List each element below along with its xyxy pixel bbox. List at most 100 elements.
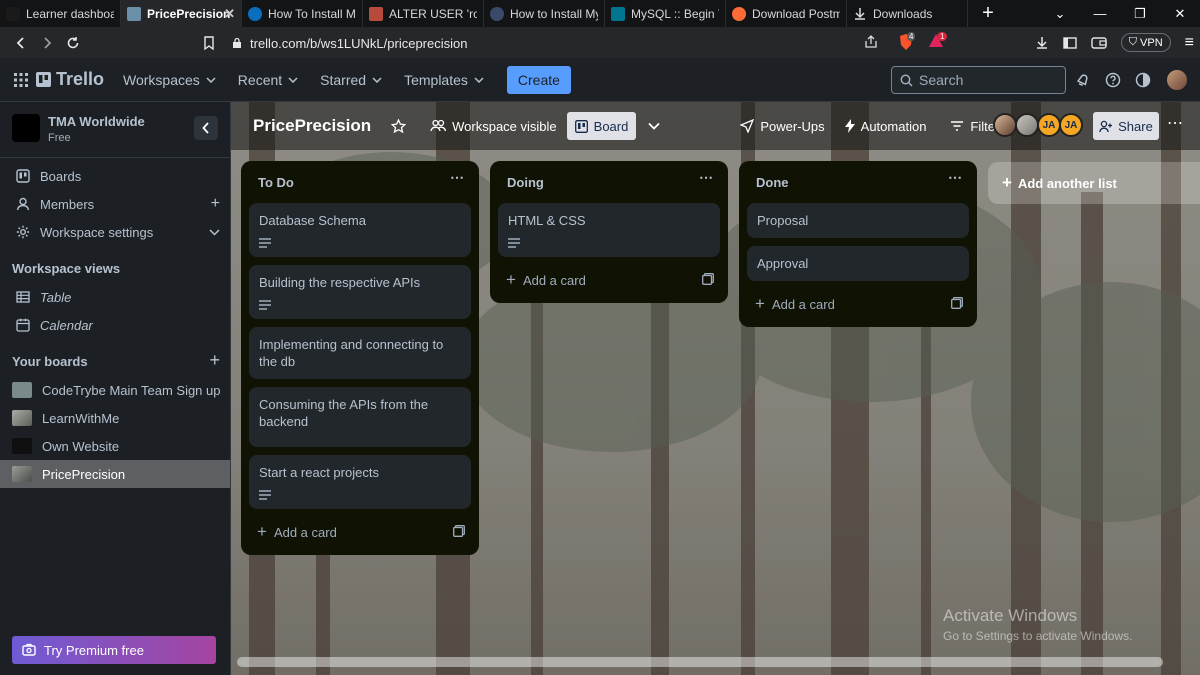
list-header[interactable]: Doing ⋯	[490, 161, 728, 203]
list-title[interactable]: To Do	[258, 175, 294, 190]
card[interactable]: Building the respective APIs	[249, 265, 471, 319]
browser-tab[interactable]: How to Install MyS	[484, 0, 605, 27]
workspace-header[interactable]: TMA Worldwide Free	[12, 114, 145, 144]
share-button[interactable]: Share	[1093, 112, 1159, 140]
sidebar-board-item[interactable]: Own Website	[0, 432, 230, 460]
sidebar-board-item-active[interactable]: PricePrecision	[0, 460, 230, 488]
try-premium-button[interactable]: Try Premium free	[12, 636, 216, 664]
power-ups-button[interactable]: Power-Ups	[734, 112, 830, 140]
sidebar-item-members[interactable]: Members +	[0, 190, 230, 218]
member-avatar[interactable]	[1015, 113, 1039, 137]
maximize-button[interactable]: ❐	[1120, 0, 1160, 27]
app-switcher-icon[interactable]	[14, 72, 28, 87]
list-header[interactable]: To Do ⋯	[241, 161, 479, 203]
workspaces-menu[interactable]: Workspaces	[112, 64, 227, 96]
address-field[interactable]: trello.com/b/ws1LUNkL/priceprecision	[232, 32, 892, 54]
starred-menu[interactable]: Starred	[309, 64, 393, 96]
notifications-icon[interactable]	[1075, 72, 1091, 88]
vpn-icon: ⛉	[1128, 36, 1138, 48]
wallet-icon[interactable]	[1091, 36, 1107, 50]
nav-label: Workspaces	[123, 71, 200, 88]
member-avatar[interactable]: JA	[1059, 113, 1083, 137]
add-card-button[interactable]: + Add a card	[490, 265, 728, 295]
watermark-title: Activate Windows	[943, 606, 1078, 625]
horizontal-scrollbar[interactable]	[237, 657, 1163, 667]
plus-icon: +	[257, 522, 267, 541]
card[interactable]: Approval	[747, 246, 969, 281]
vpn-button[interactable]: ⛉ VPN	[1120, 33, 1171, 52]
account-avatar[interactable]	[1165, 68, 1189, 92]
tab-search-chevron-icon[interactable]: ⌄	[1040, 0, 1080, 27]
browser-tab[interactable]: Download Postma	[726, 0, 847, 27]
member-avatar[interactable]	[993, 113, 1017, 137]
member-avatar[interactable]: JA	[1037, 113, 1061, 137]
views-dropdown-button[interactable]	[642, 112, 666, 140]
downloads-icon[interactable]	[1035, 36, 1049, 50]
collapse-sidebar-button[interactable]	[194, 116, 218, 140]
sidebar-item-table[interactable]: Table	[0, 283, 230, 311]
calendar-icon	[16, 318, 30, 332]
card[interactable]: Implementing and connecting to the db	[249, 327, 471, 379]
list-menu-icon[interactable]: ⋯	[450, 169, 465, 186]
close-window-button[interactable]: ✕	[1160, 0, 1200, 27]
card[interactable]: Consuming the APIs from the backend	[249, 387, 471, 447]
brave-shield-icon[interactable]: 4	[897, 32, 916, 51]
add-card-button[interactable]: + Add a card	[241, 517, 479, 547]
description-icon	[508, 238, 520, 248]
list-title[interactable]: Doing	[507, 175, 544, 190]
sidebar-item-calendar[interactable]: Calendar	[0, 311, 230, 339]
card[interactable]: Proposal	[747, 203, 969, 238]
new-tab-button[interactable]: +	[968, 0, 1008, 27]
bookmark-icon[interactable]	[196, 35, 222, 50]
share-page-icon[interactable]	[864, 35, 878, 49]
back-icon[interactable]	[8, 36, 34, 50]
browser-tab[interactable]: MySQL :: Begin You	[605, 0, 726, 27]
browser-tab[interactable]: Learner dashboard	[0, 0, 121, 27]
add-card-button[interactable]: + Add a card	[739, 289, 977, 319]
close-tab-icon[interactable]: ✕	[224, 6, 235, 22]
card[interactable]: Start a react projects	[249, 455, 471, 509]
visibility-button[interactable]: Workspace visible	[424, 112, 563, 140]
minimize-button[interactable]: —	[1080, 0, 1120, 27]
browser-tab[interactable]: Downloads	[847, 0, 968, 27]
search-input[interactable]: Search	[891, 66, 1066, 94]
add-board-icon[interactable]: +	[209, 350, 220, 371]
theme-toggle-icon[interactable]	[1135, 72, 1151, 88]
chevron-down-icon[interactable]	[209, 228, 220, 236]
star-board-button[interactable]	[385, 112, 412, 140]
reload-icon[interactable]	[60, 36, 86, 50]
browser-tab[interactable]: ALTER USER 'root'@	[363, 0, 484, 27]
card[interactable]: Database Schema	[249, 203, 471, 257]
trello-logo[interactable]: Trello	[36, 69, 104, 90]
recent-menu[interactable]: Recent	[227, 64, 309, 96]
templates-menu[interactable]: Templates	[393, 64, 495, 96]
automation-button[interactable]: Automation	[839, 112, 933, 140]
card[interactable]: HTML & CSS	[498, 203, 720, 257]
card-template-icon[interactable]	[453, 525, 465, 537]
list-menu-icon[interactable]: ⋯	[699, 169, 714, 186]
browser-tab-active[interactable]: PricePrecision ✕	[121, 0, 242, 27]
add-list-button[interactable]: + Add another list	[988, 162, 1200, 204]
list-menu-icon[interactable]: ⋯	[948, 169, 963, 186]
forward-icon[interactable]	[34, 36, 60, 50]
sidebar-board-item[interactable]: CodeTrybe Main Team Sign up	[0, 376, 230, 404]
browser-menu-icon[interactable]: ≡	[1185, 34, 1194, 52]
list-header[interactable]: Done ⋯	[739, 161, 977, 203]
tab-title: Learner dashboard	[26, 6, 114, 21]
create-button[interactable]: Create	[506, 65, 571, 94]
list-title[interactable]: Done	[756, 175, 789, 190]
help-icon[interactable]	[1105, 72, 1121, 88]
sidebar-item-boards[interactable]: Boards	[0, 162, 230, 190]
board-title[interactable]: PricePrecision	[253, 116, 371, 136]
add-member-icon[interactable]: +	[211, 195, 220, 213]
card-template-icon[interactable]	[702, 273, 714, 285]
rewards-alert-icon[interactable]: 1	[928, 32, 948, 49]
board-view-button[interactable]: Board	[566, 112, 637, 140]
sidebar-item-label: Table	[40, 289, 72, 305]
sidebar-toggle-icon[interactable]	[1063, 36, 1077, 50]
board-menu-icon[interactable]: ⋯	[1167, 113, 1183, 133]
browser-tab[interactable]: How To Install MyS	[242, 0, 363, 27]
sidebar-item-workspace-settings[interactable]: Workspace settings	[0, 218, 230, 246]
card-template-icon[interactable]	[951, 297, 963, 309]
sidebar-board-item[interactable]: LearnWithMe	[0, 404, 230, 432]
